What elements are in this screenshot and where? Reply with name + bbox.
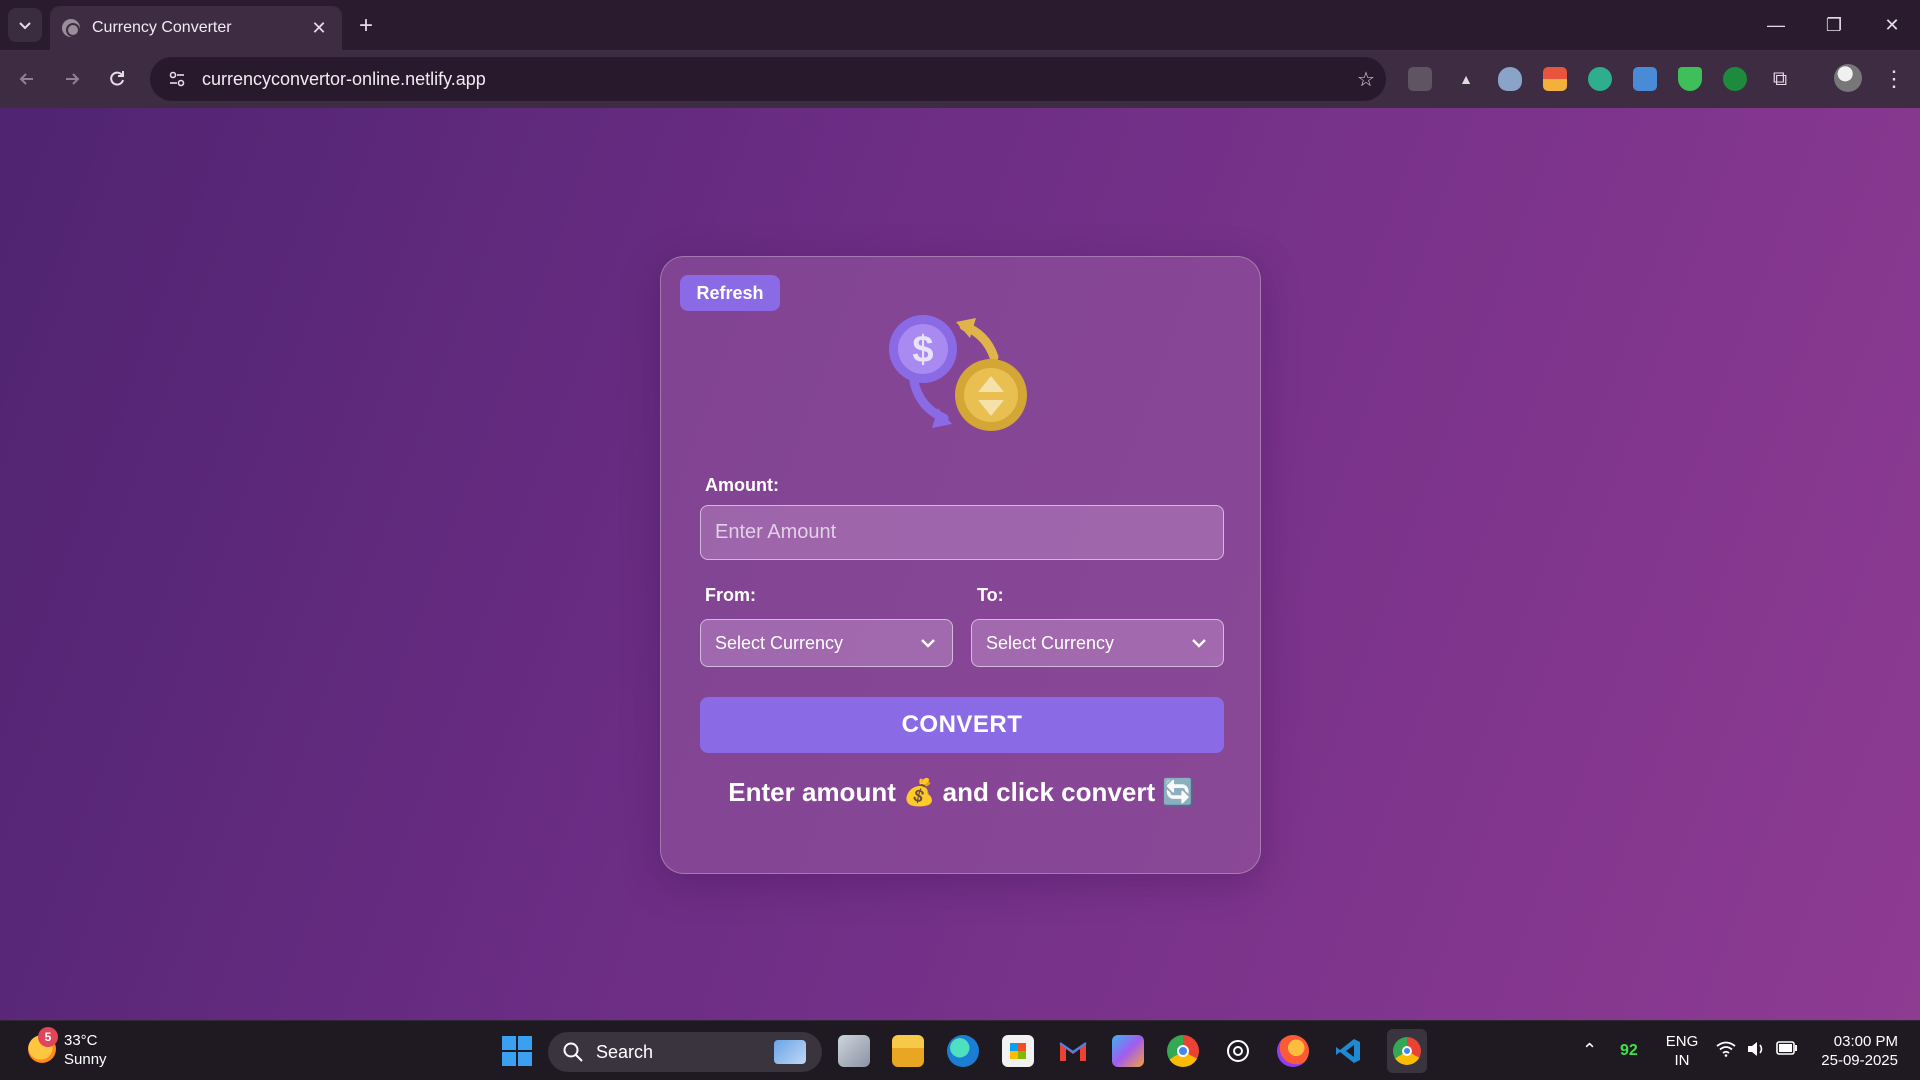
converter-card: Refresh $ Amount: From: To: Select Curre…	[660, 256, 1261, 874]
show-hidden-icons-icon[interactable]: ⌃	[1582, 1041, 1597, 1060]
clock-time: 03:00 PM	[1833, 1033, 1898, 1050]
extension-folder-icon[interactable]	[1408, 67, 1432, 91]
url-text: currencyconvertor-online.netlify.app	[202, 68, 486, 89]
amount-input[interactable]	[700, 505, 1224, 560]
reload-icon	[110, 71, 124, 86]
vscode-icon[interactable]	[1332, 1035, 1364, 1067]
copilot-icon[interactable]	[1112, 1035, 1144, 1067]
status-message: Enter amount 💰 and click convert 🔄	[728, 777, 1195, 807]
bookmark-star-icon[interactable]: ☆	[1346, 67, 1386, 92]
tray-counter[interactable]: 92	[1620, 1041, 1638, 1060]
microsoft-store-icon[interactable]	[1002, 1035, 1034, 1067]
weather-widget[interactable]: 33°C Sunny	[64, 1031, 107, 1069]
address-bar[interactable]: currencyconvertor-online.netlify.app ☆	[150, 57, 1386, 101]
weather-badge: 5	[38, 1027, 58, 1047]
to-label: To:	[977, 585, 1004, 605]
battery-icon[interactable]	[1776, 1041, 1798, 1060]
start-button[interactable]	[502, 1036, 532, 1066]
task-view-icon[interactable]	[838, 1035, 870, 1067]
file-explorer-icon[interactable]	[892, 1035, 924, 1067]
windows-logo-icon	[502, 1036, 516, 1050]
globe-icon	[62, 19, 80, 37]
arrow-right-icon	[66, 73, 80, 85]
chatgpt-icon[interactable]	[1222, 1035, 1254, 1067]
refresh-button[interactable]: Refresh	[680, 275, 780, 311]
extension-mountain-icon[interactable]: ▲	[1454, 67, 1478, 91]
edge-browser-icon[interactable]	[947, 1035, 979, 1067]
back-button[interactable]	[10, 62, 44, 96]
forward-button[interactable]	[55, 62, 89, 96]
browser-menu-icon[interactable]: ⋮	[1880, 62, 1908, 96]
to-currency-value: Select Currency	[986, 632, 1115, 653]
from-label: From:	[705, 585, 756, 605]
chevron-down-icon	[19, 22, 31, 30]
page-background: Refresh $ Amount: From: To: Select Curre…	[0, 108, 1920, 1020]
new-tab-button[interactable]: +	[352, 12, 380, 40]
currency-exchange-icon: $	[889, 315, 1027, 431]
minimize-button[interactable]: —	[1748, 0, 1804, 50]
browser-tab[interactable]: Currency Converter ✕	[50, 6, 342, 50]
taskbar: 5 33°C Sunny Search ⌃ 92 ENG IN 03:00 PM…	[0, 1020, 1920, 1080]
extension-shield-icon[interactable]	[1498, 67, 1522, 91]
to-currency-select[interactable]: Select Currency	[971, 619, 1224, 667]
from-currency-value: Select Currency	[715, 632, 844, 653]
extension-owl-icon[interactable]	[1588, 67, 1612, 91]
extension-wallet-icon[interactable]	[1543, 67, 1567, 91]
wifi-icon[interactable]	[1716, 1041, 1736, 1062]
convert-button[interactable]: CONVERT	[700, 697, 1224, 753]
tab-search-button[interactable]	[8, 8, 42, 42]
extension-clipboard-icon[interactable]	[1633, 67, 1657, 91]
amount-label: Amount:	[705, 475, 779, 495]
reload-button[interactable]	[100, 62, 134, 96]
region-code: IN	[1674, 1052, 1690, 1069]
arrow-left-icon	[19, 73, 33, 85]
profile-avatar[interactable]	[1834, 64, 1862, 92]
clock[interactable]: 03:00 PM 25-09-2025	[1814, 1032, 1898, 1070]
firefox-icon[interactable]	[1277, 1035, 1309, 1067]
extension-leaf-icon[interactable]	[1723, 67, 1747, 91]
search-icon	[563, 1042, 583, 1062]
close-window-button[interactable]: ✕	[1864, 0, 1920, 50]
chrome-active-icon[interactable]	[1387, 1029, 1427, 1073]
extensions-puzzle-icon[interactable]: ⧉	[1768, 67, 1792, 91]
from-currency-select[interactable]: Select Currency	[700, 619, 953, 667]
browser-tabstrip: Currency Converter ✕ + — ❐ ✕	[0, 0, 1920, 50]
tab-title: Currency Converter	[92, 19, 232, 36]
language-code: ENG	[1665, 1033, 1699, 1050]
svg-text:$: $	[912, 329, 933, 371]
gmail-icon[interactable]	[1057, 1035, 1089, 1067]
search-highlight-icon	[774, 1040, 806, 1064]
chevron-down-icon	[1192, 639, 1206, 648]
tab-close-icon[interactable]: ✕	[308, 17, 330, 39]
chrome-icon[interactable]	[1167, 1035, 1199, 1067]
language-indicator[interactable]: ENG IN	[1664, 1032, 1700, 1070]
extension-shield-check-icon[interactable]	[1678, 67, 1702, 91]
volume-icon[interactable]	[1746, 1041, 1766, 1062]
chevron-down-icon	[921, 639, 935, 648]
taskbar-search[interactable]: Search	[548, 1032, 822, 1072]
temperature-text: 33°C	[64, 1032, 98, 1049]
taskbar-search-label: Search	[596, 1041, 654, 1062]
browser-toolbar: currencyconvertor-online.netlify.app ☆ ▲…	[0, 50, 1920, 108]
clock-date: 25-09-2025	[1821, 1052, 1898, 1069]
restore-button[interactable]: ❐	[1806, 0, 1862, 50]
weather-condition-text: Sunny	[64, 1051, 107, 1068]
site-settings-icon[interactable]	[164, 66, 190, 92]
